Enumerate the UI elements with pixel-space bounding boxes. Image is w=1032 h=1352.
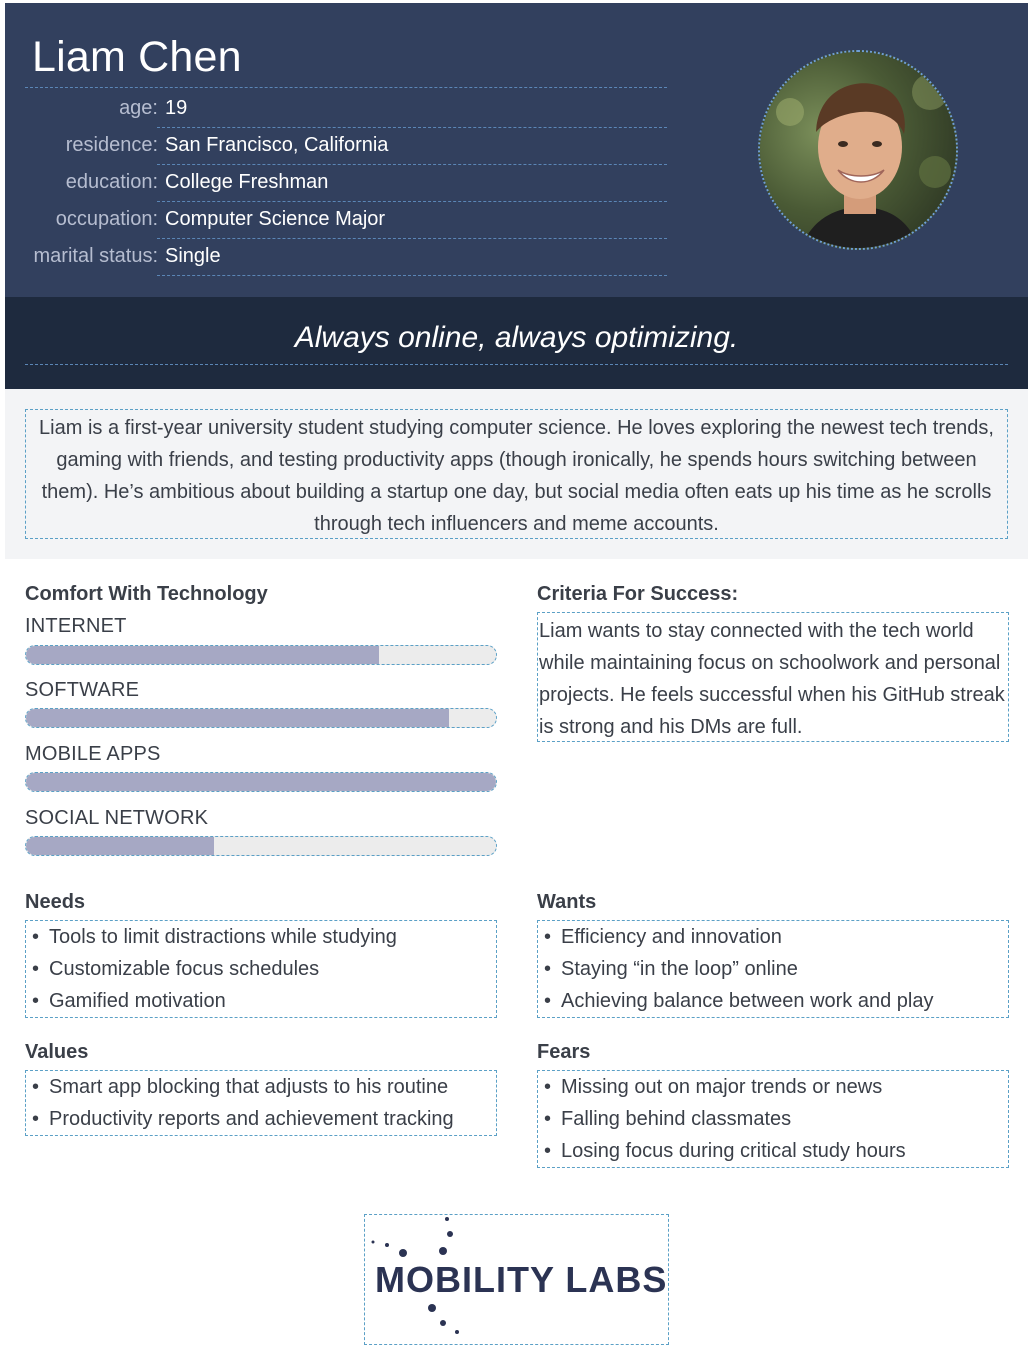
attr-row-age: age: 19 xyxy=(5,91,667,128)
persona-name: Liam Chen xyxy=(32,33,242,81)
list-item: Falling behind classmates xyxy=(538,1103,1008,1135)
persona-quote: Always online, always optimizing. xyxy=(25,321,1008,365)
needs-title: Needs xyxy=(25,891,86,913)
skill-label-internet: INTERNET xyxy=(25,615,127,637)
wants-list-box: Efficiency and innovation Staying “in th… xyxy=(537,920,1009,1018)
skill-bar-fill xyxy=(26,646,379,664)
skill-label-software: SOFTWARE xyxy=(25,679,140,701)
criteria-text: Liam wants to stay connected with the te… xyxy=(537,612,1009,742)
logo-text: MOBILITY LABS xyxy=(375,1259,668,1300)
mobility-labs-logo: MOBILITY LABS xyxy=(364,1214,669,1345)
attr-value: San Francisco, California xyxy=(157,128,667,165)
skill-bar-social-network xyxy=(25,836,497,856)
wants-list: Efficiency and innovation Staying “in th… xyxy=(538,921,1008,1017)
attr-label: marital status: xyxy=(33,245,158,267)
needs-list-box: Tools to limit distractions while studyi… xyxy=(25,920,497,1018)
comfort-title: Comfort With Technology xyxy=(25,583,268,605)
skill-bar-software xyxy=(25,708,497,728)
fears-list-box: Missing out on major trends or news Fall… xyxy=(537,1070,1009,1168)
list-item: Productivity reports and achievement tra… xyxy=(26,1103,496,1135)
list-item: Achieving balance between work and play xyxy=(538,985,1008,1017)
attr-value: College Freshman xyxy=(157,165,667,202)
wants-title: Wants xyxy=(537,891,597,913)
attr-value: Computer Science Major xyxy=(157,202,667,239)
bio-section: Liam is a first-year university student … xyxy=(5,389,1028,559)
values-list-box: Smart app blocking that adjusts to his r… xyxy=(25,1070,497,1136)
skill-bar-fill xyxy=(26,773,496,791)
needs-list: Tools to limit distractions while studyi… xyxy=(26,921,496,1017)
criteria-title: Criteria For Success: xyxy=(537,583,739,605)
values-title: Values xyxy=(25,1041,89,1063)
attr-label: education: xyxy=(65,171,158,193)
quote-band: Always online, always optimizing. xyxy=(5,297,1028,389)
attr-value: 19 xyxy=(157,91,667,128)
skill-bar-fill xyxy=(26,709,449,727)
list-item: Gamified motivation xyxy=(26,985,496,1017)
skill-bar-internet xyxy=(25,645,497,665)
fears-title: Fears xyxy=(537,1041,591,1063)
persona-header: Liam Chen age: 19 residence: San Francis… xyxy=(5,3,1028,297)
name-divider xyxy=(25,87,667,88)
persona-photo xyxy=(758,50,958,250)
fears-list: Missing out on major trends or news Fall… xyxy=(538,1071,1008,1167)
attr-row-education: education: College Freshman xyxy=(5,165,667,202)
list-item: Missing out on major trends or news xyxy=(538,1071,1008,1103)
skill-bar-mobile-apps xyxy=(25,772,497,792)
list-item: Staying “in the loop” online xyxy=(538,953,1008,985)
list-item: Smart app blocking that adjusts to his r… xyxy=(26,1071,496,1103)
list-item: Tools to limit distractions while studyi… xyxy=(26,921,496,953)
attr-value: Single xyxy=(157,239,667,276)
skill-label-social-network: SOCIAL NETWORK xyxy=(25,807,209,829)
list-item: Customizable focus schedules xyxy=(26,953,496,985)
persona-attributes: age: 19 residence: San Francisco, Califo… xyxy=(5,91,667,276)
attr-label: residence: xyxy=(65,134,158,156)
attr-label: occupation: xyxy=(55,208,158,230)
skill-label-mobile-apps: MOBILE APPS xyxy=(25,743,161,765)
values-list: Smart app blocking that adjusts to his r… xyxy=(26,1071,496,1135)
skill-bar-fill xyxy=(26,837,214,855)
attr-row-occupation: occupation: Computer Science Major xyxy=(5,202,667,239)
attr-row-marital-status: marital status: Single xyxy=(5,239,667,276)
persona-bio: Liam is a first-year university student … xyxy=(25,409,1008,539)
list-item: Efficiency and innovation xyxy=(538,921,1008,953)
attr-label: age: xyxy=(119,97,158,119)
attr-row-residence: residence: San Francisco, California xyxy=(5,128,667,165)
list-item: Losing focus during critical study hours xyxy=(538,1135,1008,1167)
person-portrait-icon xyxy=(760,52,956,248)
